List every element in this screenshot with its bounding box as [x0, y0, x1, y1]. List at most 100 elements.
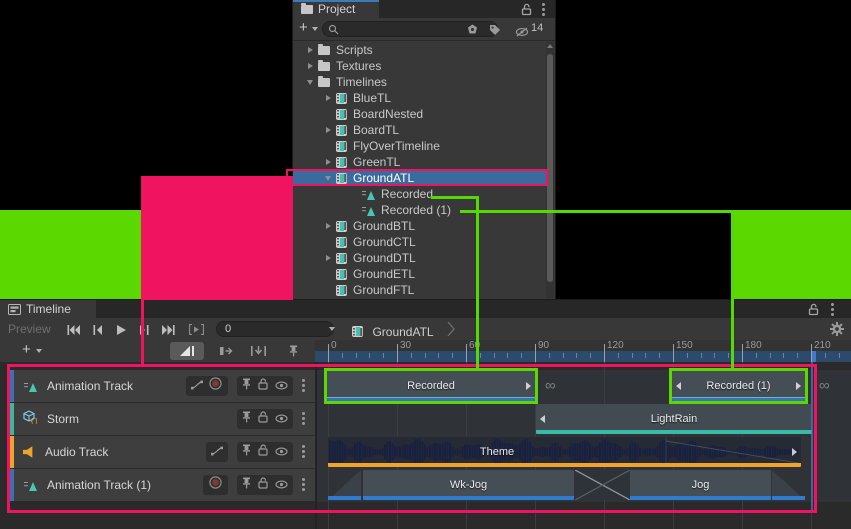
breadcrumb-chevron-icon	[447, 321, 455, 337]
tree-item-grounddtl[interactable]: GroundDTL	[293, 250, 546, 266]
tree-item-recorded[interactable]: Recorded	[293, 186, 546, 202]
timeline-asset-icon	[336, 141, 347, 152]
tree-item-flyovertimeline[interactable]: FlyOverTimeline	[293, 138, 546, 154]
clip-recorded-1[interactable]: Recorded (1)	[672, 371, 805, 401]
kebab-menu-icon[interactable]	[302, 379, 305, 382]
scroll-up-icon[interactable]	[547, 44, 553, 48]
animation-track-icon	[24, 480, 37, 491]
project-tab-bar: Project	[293, 0, 555, 18]
pin-icon[interactable]	[242, 377, 251, 395]
previous-frame-button[interactable]	[87, 322, 108, 337]
clip-wk-jog[interactable]: Wk-Jog	[363, 470, 574, 500]
time-ruler[interactable]: 0306090120150180210	[315, 340, 851, 362]
track-header-animation-track-1[interactable]: Animation Track (1)	[10, 469, 315, 501]
track-header-animation-track[interactable]: Animation Track	[10, 370, 315, 402]
lock-icon[interactable]	[258, 443, 269, 461]
search-by-label-icon[interactable]	[489, 23, 501, 41]
preview-toggle[interactable]: Preview	[8, 322, 51, 336]
project-tab-label: Project	[318, 2, 355, 16]
chevron-right-icon	[326, 223, 331, 229]
frame-field-caret-icon[interactable]	[329, 327, 335, 331]
tree-item-groundetl[interactable]: GroundETL	[293, 266, 546, 282]
tree-item-groundctl[interactable]: GroundCTL	[293, 234, 546, 250]
pin-icon[interactable]	[242, 476, 251, 494]
track-header-storm[interactable]: {} Storm	[10, 403, 315, 435]
lock-icon[interactable]	[258, 476, 269, 494]
chevron-right-icon	[308, 63, 313, 69]
record-button-icon[interactable]	[208, 475, 223, 495]
clip-jog[interactable]: Jog	[630, 470, 771, 500]
clip-theme[interactable]: Theme	[328, 437, 801, 467]
folder-icon	[318, 46, 330, 55]
tree-item-recorded-1[interactable]: Recorded (1)	[293, 202, 546, 218]
tree-item-boardnested[interactable]: BoardNested	[293, 106, 546, 122]
next-frame-button[interactable]	[134, 322, 155, 337]
tree-item-textures[interactable]: Textures	[293, 58, 546, 74]
track-header-audio-track[interactable]: Audio Track	[10, 436, 315, 468]
ruler-minor-tick	[438, 353, 439, 358]
tab-project[interactable]: Project	[293, 0, 379, 18]
kebab-menu-icon[interactable]	[302, 412, 305, 415]
lock-icon[interactable]	[258, 377, 269, 395]
go-to-end-button[interactable]	[157, 322, 180, 337]
chevron-down-icon	[307, 80, 313, 85]
curves-toggle-icon[interactable]	[191, 377, 203, 395]
pin-icon[interactable]	[281, 342, 305, 360]
active-tab-indicator	[293, 0, 379, 2]
gear-icon[interactable]	[830, 322, 844, 341]
search-by-type-icon[interactable]	[466, 23, 479, 41]
ruler-tick-label: 0	[331, 340, 337, 351]
eye-icon[interactable]	[275, 410, 288, 428]
annotation-green-rect-right	[731, 210, 851, 299]
ruler-range-band	[315, 351, 851, 362]
record-button-icon[interactable]	[208, 376, 223, 396]
lock-icon[interactable]	[258, 410, 269, 428]
project-scrollbar[interactable]	[546, 42, 554, 298]
scrollbar-thumb[interactable]	[547, 54, 553, 282]
add-asset-caret-icon[interactable]	[312, 27, 318, 31]
ruler-minor-tick	[825, 353, 826, 358]
play-range-button[interactable]	[184, 322, 208, 337]
clip-lightrain[interactable]: LightRain	[536, 404, 812, 434]
ruler-minor-tick	[839, 353, 840, 358]
clip-crossfade[interactable]	[575, 470, 630, 500]
kebab-menu-icon[interactable]	[831, 303, 834, 306]
play-button[interactable]	[110, 322, 132, 337]
tab-timeline[interactable]: Timeline	[0, 300, 96, 318]
ruler-minor-tick	[632, 353, 633, 358]
breadcrumb[interactable]: GroundATL	[352, 323, 434, 341]
kebab-menu-icon[interactable]	[302, 445, 305, 448]
pin-icon[interactable]	[242, 443, 251, 461]
eye-icon[interactable]	[275, 476, 288, 494]
current-frame-field[interactable]: 0	[216, 321, 334, 337]
hidden-count-eye-icon[interactable]	[515, 24, 529, 42]
tree-item-bluetl[interactable]: BlueTL	[293, 90, 546, 106]
animation-track-icon	[24, 381, 37, 392]
replace-mode-button[interactable]	[244, 342, 272, 360]
curves-toggle-icon[interactable]	[211, 443, 223, 461]
ruler-tick-label: 210	[814, 340, 831, 351]
pin-icon[interactable]	[242, 410, 251, 428]
kebab-menu-icon[interactable]	[542, 3, 545, 6]
timeline-tab-label: Timeline	[26, 302, 71, 316]
tree-item-scripts[interactable]: Scripts	[293, 42, 546, 58]
eye-icon[interactable]	[275, 377, 288, 395]
tree-item-groundbtl[interactable]: GroundBTL	[293, 218, 546, 234]
go-to-start-button[interactable]	[62, 322, 85, 337]
mix-mode-button[interactable]	[170, 342, 204, 360]
add-asset-button[interactable]: +	[299, 19, 308, 36]
eye-icon[interactable]	[275, 443, 288, 461]
tree-item-groundftl[interactable]: GroundFTL	[293, 282, 546, 298]
timeline-tab-bar: Timeline	[0, 300, 851, 318]
header-splitter[interactable]	[315, 362, 317, 529]
tree-item-timelines[interactable]: Timelines	[293, 74, 546, 90]
clip-extend-left-icon	[676, 382, 681, 390]
kebab-menu-icon[interactable]	[302, 478, 305, 481]
clip-recorded[interactable]: Recorded	[327, 371, 535, 401]
add-track-button[interactable]: +	[22, 341, 31, 358]
tree-item-greentl[interactable]: GreenTL	[293, 154, 546, 170]
tree-item-boardtl[interactable]: BoardTL	[293, 122, 546, 138]
tree-item-groundatl[interactable]: GroundATL	[293, 170, 546, 186]
ripple-mode-button[interactable]	[212, 342, 240, 360]
add-track-caret-icon[interactable]	[36, 349, 42, 353]
